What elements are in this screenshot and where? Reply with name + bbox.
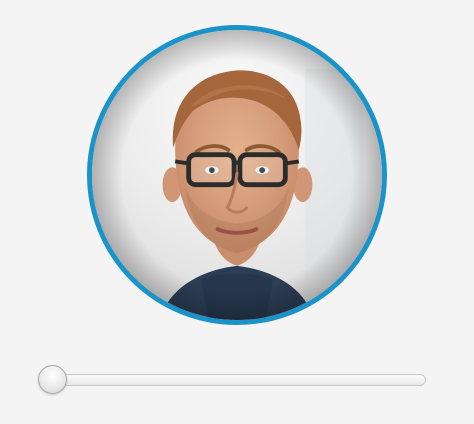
avatar-photo [92,30,382,320]
slider-thumb[interactable] [38,365,67,394]
slider-track[interactable] [48,374,426,386]
profile-avatar [87,25,387,325]
slider[interactable] [38,363,430,397]
